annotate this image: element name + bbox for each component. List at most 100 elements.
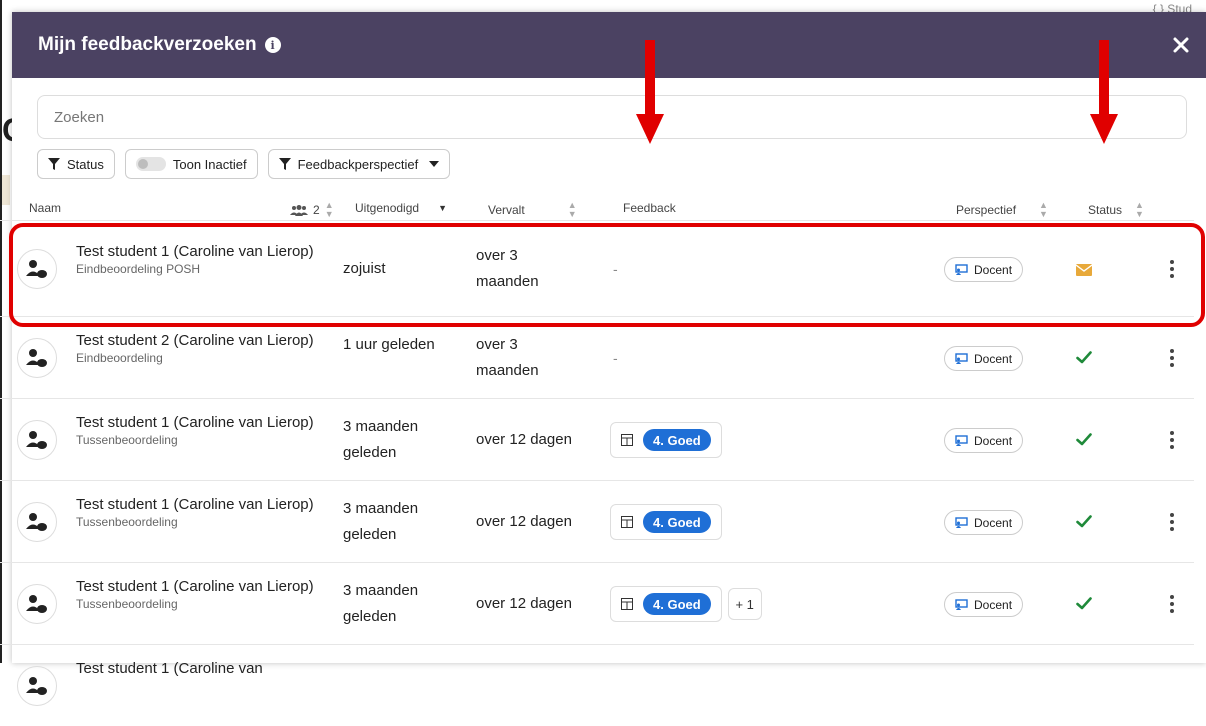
perspective-badge: Docent — [944, 510, 1024, 535]
teacher-icon — [955, 517, 968, 528]
assessment-type: Tussenbeoordeling — [76, 433, 178, 447]
name-block: Test student 1 (Caroline van Lierop) Tuss… — [76, 497, 316, 530]
invited-time: zojuist — [343, 260, 386, 277]
filter-bar: Status Toon Inactief Feedbackperspectief — [12, 139, 1206, 179]
show-inactive-toggle[interactable]: Toon Inactief — [124, 149, 258, 179]
person-chat-icon — [26, 677, 47, 695]
search-wrap — [12, 78, 1206, 139]
toggle-switch[interactable] — [135, 157, 166, 171]
invited-time: 3 maanden geleden — [343, 500, 419, 543]
sort-icon: ▲ ▼ — [1135, 200, 1144, 219]
column-name[interactable]: Naam — [29, 201, 61, 215]
teacher-icon — [955, 435, 968, 446]
expires-time: over 12 dagen — [476, 595, 572, 612]
person-chat-icon — [26, 431, 47, 449]
expires-time: over 3 maanden — [476, 336, 539, 379]
name-block: Test student 1 (Caroline van Lierop) Tuss… — [76, 579, 316, 612]
invited-time: 3 maanden geleden — [343, 582, 419, 625]
name-block: Test student 1 (Caroline van Lierop) Eind… — [76, 244, 316, 277]
show-inactive-label: Toon Inactief — [172, 156, 247, 172]
table-row[interactable]: Test student 1 (Caroline van Lierop) Tuss… — [0, 480, 1194, 562]
invited-time: 3 maanden geleden — [343, 418, 419, 461]
envelope-icon — [1075, 264, 1093, 276]
feedback-empty: - — [613, 350, 618, 366]
student-name[interactable]: Test student 1 (Caroline van Lierop) — [76, 244, 316, 260]
student-name[interactable]: Test student 1 (Caroline van — [76, 661, 316, 677]
perspective-label: Docent — [974, 433, 1013, 448]
grid-icon — [621, 434, 633, 446]
row-menu-button[interactable] — [1164, 593, 1180, 615]
student-name[interactable]: Test student 1 (Caroline van Lierop) — [76, 415, 316, 431]
kebab-menu-icon — [1170, 349, 1174, 367]
grade-badge: 4. Goed — [643, 429, 711, 451]
table-row[interactable]: Test student 1 (Caroline van Lierop) Tuss… — [0, 562, 1194, 644]
grid-icon — [621, 598, 633, 610]
person-chat-icon — [26, 513, 47, 531]
more-feedback-button[interactable]: + 1 — [727, 588, 762, 620]
modal-title: Mijn feedbackverzoeken — [38, 34, 257, 55]
avatar — [17, 420, 57, 460]
info-icon[interactable]: i — [264, 37, 281, 53]
column-expires[interactable]: Vervalt ▲ ▼ — [488, 201, 577, 219]
avatar — [17, 666, 57, 706]
check-icon — [1076, 351, 1092, 364]
group-icon — [290, 204, 308, 216]
column-perspective[interactable]: Perspectief ▲ ▼ — [956, 201, 1048, 219]
row-menu-button[interactable] — [1164, 429, 1180, 451]
avatar — [17, 584, 57, 624]
assessment-type: Eindbeoordeling — [76, 351, 163, 365]
teacher-icon — [955, 264, 968, 275]
student-name[interactable]: Test student 1 (Caroline van Lierop) — [76, 579, 316, 595]
perspective-label: Docent — [974, 515, 1013, 530]
avatar — [17, 338, 57, 378]
student-name[interactable]: Test student 2 (Caroline van Lierop) — [76, 333, 316, 349]
perspective-label: Docent — [974, 262, 1013, 277]
row-menu-button[interactable] — [1164, 347, 1180, 369]
feedback-grade-box[interactable]: 4. Goed — [610, 586, 722, 622]
status-cell — [1076, 597, 1092, 615]
feedback-table-body: Test student 1 (Caroline van Lierop) Eind… — [0, 220, 1194, 726]
table-row[interactable]: Test student 1 (Caroline van — [0, 644, 1194, 726]
down-arrow-icon — [636, 40, 664, 144]
sort-icon: ▲ ▼ — [1039, 200, 1048, 219]
sort-icon: ▲ ▼ — [567, 200, 577, 219]
invited-time: 1 uur geleden — [343, 336, 435, 353]
status-filter-button[interactable]: Status — [37, 149, 115, 179]
row-menu-button[interactable] — [1164, 258, 1180, 280]
column-status[interactable]: Status ▲ ▼ — [1088, 201, 1144, 219]
name-block: Test student 1 (Caroline van Lierop) Tuss… — [76, 415, 316, 448]
feedback-empty: - — [613, 261, 618, 277]
column-count[interactable]: 2 ▲ ▼ — [290, 201, 334, 219]
down-arrow-icon — [1090, 40, 1118, 144]
feedback-grade-box[interactable]: 4. Goed — [610, 422, 722, 458]
assessment-type: Tussenbeoordeling — [76, 597, 178, 611]
grade-badge: 4. Goed — [643, 511, 711, 533]
perspective-badge: Docent — [944, 428, 1024, 453]
person-chat-icon — [26, 349, 47, 367]
student-name[interactable]: Test student 1 (Caroline van Lierop) — [76, 497, 316, 513]
search-input[interactable] — [37, 95, 1187, 139]
feedback-cell: 4. Goed — [610, 504, 722, 540]
assessment-type: Eindbeoordeling POSH — [76, 262, 201, 276]
perspective-label: Docent — [974, 351, 1013, 366]
perspective-filter-label: Feedbackperspectief — [297, 156, 419, 172]
expires-time: over 12 dagen — [476, 513, 572, 530]
filter-icon — [278, 158, 291, 170]
perspective-filter-dropdown[interactable]: Feedbackperspectief — [267, 149, 451, 179]
close-icon — [1173, 37, 1189, 53]
feedback-grade-box[interactable]: 4. Goed — [610, 504, 722, 540]
status-cell — [1076, 351, 1092, 369]
column-invited[interactable]: Uitgenodigd ▼ — [355, 201, 447, 215]
grid-icon — [621, 516, 633, 528]
count-value: 2 — [313, 203, 320, 217]
table-row[interactable]: Test student 1 (Caroline van Lierop) Tuss… — [0, 398, 1194, 480]
teacher-icon — [955, 353, 968, 364]
kebab-menu-icon — [1170, 595, 1174, 613]
table-row[interactable]: Test student 1 (Caroline van Lierop) Eind… — [0, 220, 1194, 316]
name-block: Test student 1 (Caroline van — [76, 661, 316, 679]
name-block: Test student 2 (Caroline van Lierop) Eind… — [76, 333, 316, 366]
feedback-cell: 4. Goed + 1 — [610, 586, 762, 622]
close-button[interactable] — [1168, 32, 1194, 58]
row-menu-button[interactable] — [1164, 511, 1180, 533]
table-row[interactable]: Test student 2 (Caroline van Lierop) Eind… — [0, 316, 1194, 398]
